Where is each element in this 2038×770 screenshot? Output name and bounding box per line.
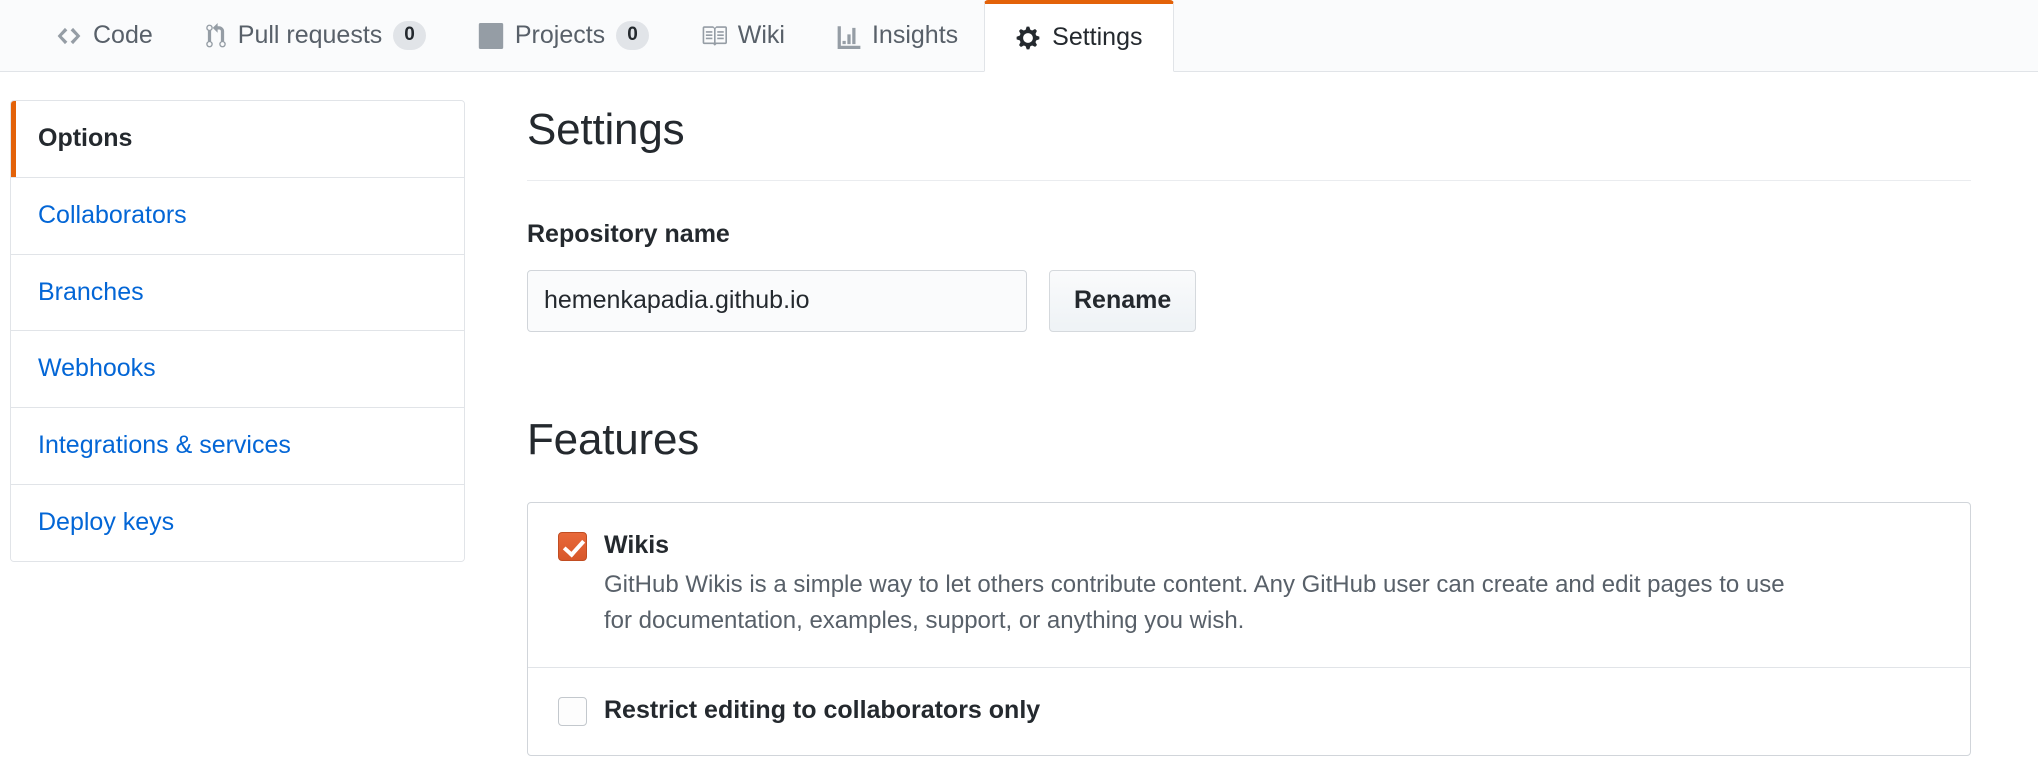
- sidebar-item-branches[interactable]: Branches: [11, 254, 464, 332]
- tab-wiki[interactable]: Wiki: [675, 0, 811, 71]
- repository-name-label: Repository name: [527, 220, 730, 248]
- tab-insights[interactable]: Insights: [811, 0, 984, 71]
- graph-icon: [837, 23, 861, 49]
- projects-counter: 0: [616, 21, 649, 50]
- repository-name-row: Rename: [527, 269, 1971, 332]
- tab-wiki-label: Wiki: [737, 21, 785, 49]
- wikis-checkbox-line: Wikis: [558, 527, 1940, 563]
- sidebar-item-integrations-and-services[interactable]: Integrations & services: [11, 408, 464, 485]
- sidebar-item-label: Integrations & services: [38, 431, 291, 459]
- sidebar-item-label: Branches: [38, 277, 144, 306]
- sidebar-item-options[interactable]: Options: [11, 101, 464, 178]
- tab-projects-label: Projects: [514, 21, 606, 49]
- gear-icon: [1015, 25, 1041, 51]
- code-icon: [56, 23, 82, 49]
- tab-pull-requests[interactable]: Pull requests 0: [179, 0, 452, 71]
- page-title: Settings: [527, 105, 685, 154]
- features-heading: Features: [527, 414, 700, 464]
- tab-settings-label: Settings: [1052, 23, 1143, 51]
- sidebar-item-label: Options: [38, 124, 133, 152]
- book-icon: [701, 23, 727, 49]
- settings-main-content: Settings Repository name Rename Features…: [527, 100, 1971, 756]
- repository-name-input[interactable]: [527, 269, 1027, 332]
- rename-button[interactable]: Rename: [1049, 269, 1197, 332]
- wikis-description: GitHub Wikis is a simple way to let othe…: [604, 570, 1785, 635]
- git-pull-request-icon: [205, 22, 227, 49]
- wikis-label[interactable]: Wikis: [604, 527, 669, 563]
- settings-heading-divider: [527, 180, 1971, 181]
- sidebar-item-collaborators[interactable]: Collaborators: [11, 177, 464, 255]
- sidebar-item-webhooks[interactable]: Webhooks: [11, 331, 464, 408]
- restrict-editing-label[interactable]: Restrict editing to collaborators only: [604, 692, 1040, 728]
- sidebar-item-label: Collaborators: [38, 200, 187, 229]
- settings-sidebar: Options Collaborators Branches Webhooks …: [10, 100, 465, 562]
- tab-insights-label: Insights: [871, 21, 959, 49]
- repository-nav-tabs: Code Pull requests 0 Projects 0 Wiki Ins…: [0, 0, 2038, 72]
- tab-projects[interactable]: Projects 0: [452, 0, 675, 71]
- project-board-icon: [478, 22, 504, 49]
- restrict-editing-checkbox[interactable]: [558, 696, 587, 726]
- wikis-checkbox[interactable]: [558, 531, 587, 561]
- settings-page-body: Options Collaborators Branches Webhooks …: [0, 72, 2038, 756]
- tab-code[interactable]: Code: [30, 0, 179, 71]
- feature-row-wikis: Wikis GitHub Wikis is a simple way to le…: [528, 503, 1970, 668]
- sidebar-item-label: Webhooks: [38, 354, 156, 383]
- feature-row-restrict-editing: Restrict editing to collaborators only: [528, 668, 1970, 755]
- sidebar-item-deploy-keys[interactable]: Deploy keys: [11, 484, 464, 561]
- tab-code-label: Code: [93, 21, 153, 49]
- tab-pull-requests-label: Pull requests: [237, 21, 383, 49]
- tab-settings[interactable]: Settings: [984, 0, 1174, 72]
- restrict-editing-checkbox-line: Restrict editing to collaborators only: [558, 692, 1940, 728]
- features-box: Wikis GitHub Wikis is a simple way to le…: [527, 501, 1971, 756]
- pull-requests-counter: 0: [393, 21, 426, 50]
- sidebar-item-label: Deploy keys: [38, 507, 175, 536]
